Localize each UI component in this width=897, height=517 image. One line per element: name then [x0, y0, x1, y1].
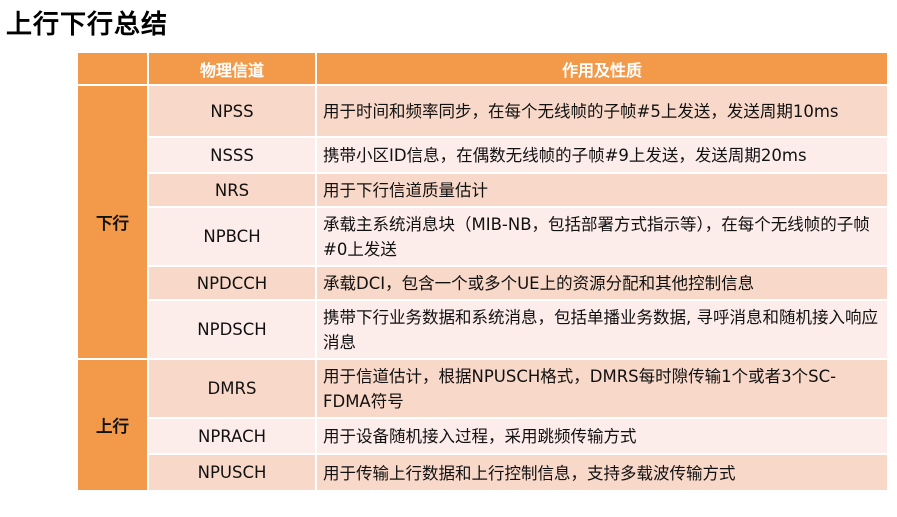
header-channel: 物理信道	[149, 53, 315, 84]
channel-name: NPBCH	[149, 208, 315, 265]
header-description: 作用及性质	[317, 53, 887, 84]
table-row: NSSS 携带小区ID信息，在偶数无线帧的子帧#9上发送，发送周期20ms	[78, 138, 887, 172]
channel-description: 承载DCI，包含一个或多个UE上的资源分配和其他控制信息	[317, 267, 887, 299]
channel-description: 携带小区ID信息，在偶数无线帧的子帧#9上发送，发送周期20ms	[317, 138, 887, 172]
table-row: NPRACH 用于设备随机接入过程，采用跳频传输方式	[78, 419, 887, 453]
group-label-downlink: 下行	[78, 86, 147, 358]
table-row: NPUSCH 用于传输上行数据和上行控制信息，支持多载波传输方式	[78, 455, 887, 490]
group-label-uplink: 上行	[78, 360, 147, 490]
channel-name: NSSS	[149, 138, 315, 172]
table-row: NPBCH 承载主系统消息块（MIB-NB，包括部署方式指示等），在每个无线帧的…	[78, 208, 887, 265]
table-row: NPDSCH 携带下行业务数据和系统消息，包括单播业务数据, 寻呼消息和随机接入…	[78, 301, 887, 358]
channel-name: NPDCCH	[149, 267, 315, 299]
channel-description: 用于下行信道质量估计	[317, 174, 887, 206]
table-row: NPDCCH 承载DCI，包含一个或多个UE上的资源分配和其他控制信息	[78, 267, 887, 299]
header-group	[78, 53, 147, 84]
table-header-row: 物理信道 作用及性质	[78, 53, 887, 84]
channel-name: NPDSCH	[149, 301, 315, 358]
channel-name: NPSS	[149, 86, 315, 136]
channel-description: 用于传输上行数据和上行控制信息，支持多载波传输方式	[317, 455, 887, 490]
table-row: NRS 用于下行信道质量估计	[78, 174, 887, 206]
page-title: 上行下行总结	[6, 10, 169, 40]
channel-description: 用于时间和频率同步，在每个无线帧的子帧#5上发送，发送周期10ms	[317, 86, 887, 136]
channel-description: 承载主系统消息块（MIB-NB，包括部署方式指示等），在每个无线帧的子帧#0上发…	[317, 208, 887, 265]
channel-description: 携带下行业务数据和系统消息，包括单播业务数据, 寻呼消息和随机接入响应消息	[317, 301, 887, 358]
channel-name: NPUSCH	[149, 455, 315, 490]
channel-description: 用于设备随机接入过程，采用跳频传输方式	[317, 419, 887, 453]
channel-name: NPRACH	[149, 419, 315, 453]
table-row: 上行 DMRS 用于信道估计，根据NPUSCH格式，DMRS每时隙传输1个或者3…	[78, 360, 887, 490]
channel-name: NRS	[149, 174, 315, 206]
channel-summary-table: 物理信道 作用及性质 下行 NPSS 用于时间和频率同步，在每个无线帧的子帧#5…	[76, 51, 889, 492]
table-row: 下行 NPSS 用于时间和频率同步，在每个无线帧的子帧#5上发送，发送周期10m…	[78, 86, 887, 358]
channel-name: DMRS	[149, 360, 315, 417]
channel-description: 用于信道估计，根据NPUSCH格式，DMRS每时隙传输1个或者3个SC-FDMA…	[317, 360, 887, 417]
